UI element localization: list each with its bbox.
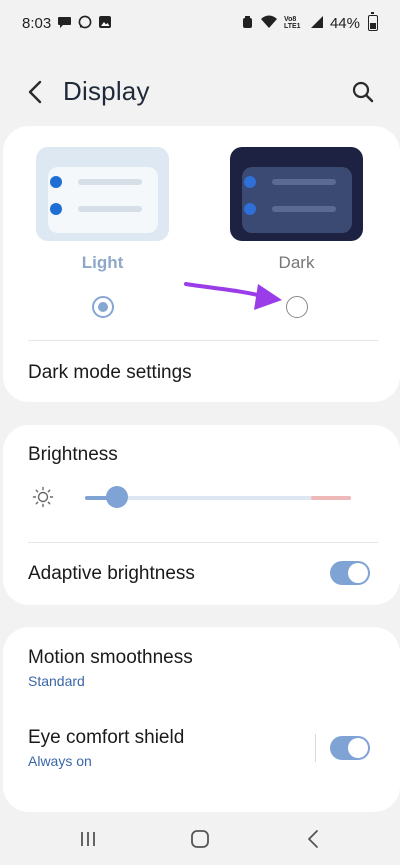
brightness-card: Brightness Adaptive brightness: [3, 425, 400, 605]
whatsapp-icon: [78, 15, 92, 31]
wifi-icon: [260, 15, 278, 31]
preview-line: [272, 206, 336, 212]
preview-line: [78, 206, 142, 212]
recent-apps-button[interactable]: [73, 825, 103, 853]
eye-comfort-shield-toggle[interactable]: [330, 736, 370, 760]
back-chevron-icon: [28, 80, 42, 104]
preview-panel: [48, 167, 158, 233]
adaptive-brightness-label: Adaptive brightness: [28, 563, 195, 584]
status-bar: 8:03 Vo8 LTE1 44%: [0, 0, 400, 46]
vertical-separator: [315, 734, 316, 762]
app-header: Display: [0, 66, 400, 118]
preview-dot: [50, 176, 62, 188]
gallery-icon: [98, 15, 112, 31]
preview-line: [78, 179, 142, 185]
network-type-label: Vo8 LTE1: [283, 16, 301, 30]
search-icon: [352, 81, 374, 103]
motion-smoothness-item[interactable]: Motion smoothness: [28, 647, 193, 669]
light-theme-label: Light: [81, 253, 124, 272]
brightness-slider-thumb[interactable]: [106, 486, 128, 508]
preview-line: [272, 179, 336, 185]
home-icon: [191, 830, 209, 848]
theme-card: Light Dark Dark mode settings: [3, 126, 400, 402]
divider: [28, 542, 378, 543]
brightness-label: Brightness: [28, 444, 118, 465]
dark-mode-settings-item[interactable]: Dark mode settings: [28, 362, 192, 384]
status-left: 8:03: [22, 15, 112, 32]
navigation-bar: [0, 813, 400, 865]
display-options-card: Motion smoothness Standard Eye comfort s…: [3, 627, 400, 812]
dark-theme-label: Dark: [278, 253, 315, 272]
back-button[interactable]: [22, 78, 48, 106]
eye-comfort-shield-value: Always on: [28, 753, 92, 769]
motion-smoothness-value: Standard: [28, 673, 85, 689]
signal-icon: [310, 15, 324, 31]
annotation-arrow-icon: [184, 282, 282, 310]
alarm-icon: [241, 15, 254, 31]
divider: [28, 340, 378, 341]
brightness-slider-high-zone: [311, 496, 351, 500]
page-title: Display: [63, 76, 150, 106]
battery-percent: 44%: [329, 14, 360, 32]
dark-theme-preview[interactable]: [230, 147, 363, 241]
preview-dot: [244, 176, 256, 188]
back-nav-button[interactable]: [298, 825, 328, 853]
light-theme-radio[interactable]: [92, 296, 114, 318]
recent-apps-icon: [81, 832, 95, 846]
sun-icon: [32, 486, 54, 508]
eye-comfort-shield-item[interactable]: Eye comfort shield: [28, 727, 184, 749]
battery-icon: [368, 12, 378, 31]
adaptive-brightness-toggle[interactable]: [330, 561, 370, 585]
preview-dot: [50, 203, 62, 215]
chat-icon: [57, 16, 72, 31]
search-button[interactable]: [350, 79, 376, 105]
preview-dot: [244, 203, 256, 215]
back-nav-icon: [308, 830, 318, 848]
light-theme-preview[interactable]: [36, 147, 169, 241]
status-time: 8:03: [22, 14, 52, 32]
preview-panel: [242, 167, 352, 233]
home-button[interactable]: [185, 825, 215, 853]
status-right: Vo8 LTE1 44%: [241, 12, 378, 32]
